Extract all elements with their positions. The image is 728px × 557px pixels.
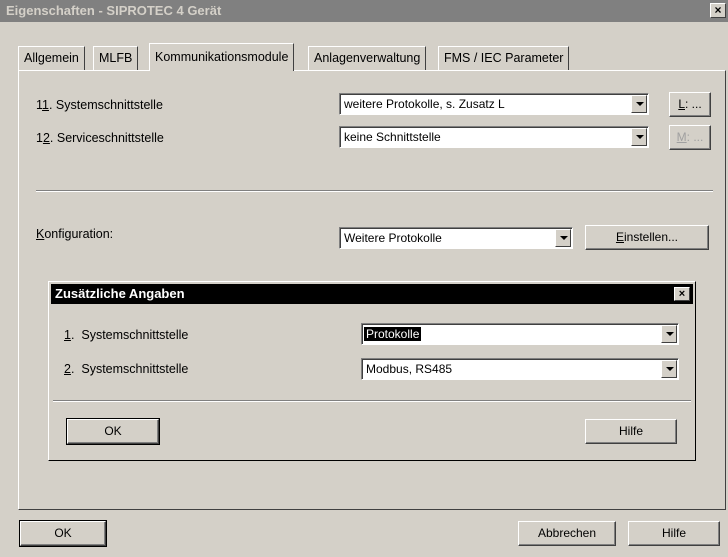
serviceschnittstelle-value: keine Schnittstelle — [344, 130, 441, 144]
konfiguration-value: Weitere Protokolle — [344, 231, 442, 245]
chevron-down-icon[interactable] — [555, 229, 571, 247]
systemschnittstelle-select[interactable]: weitere Protokolle, s. Zusatz L — [339, 93, 649, 115]
separator — [36, 190, 713, 192]
tab-fms-iec-parameter[interactable]: FMS / IEC Parameter — [438, 46, 570, 70]
systemschnittstelle-label: 11. Systemschnittstelle — [36, 98, 163, 112]
tab-kommunikationsmodule[interactable]: Kommunikationsmodule — [149, 43, 295, 71]
close-icon[interactable]: × — [674, 287, 690, 301]
subdialog-title: Zusätzliche Angaben — [55, 286, 185, 301]
subdialog-titlebar: Zusätzliche Angaben × — [51, 284, 693, 304]
einstellen-button[interactable]: Einstellen... — [585, 225, 709, 250]
subdialog-ok-button[interactable]: OK — [66, 418, 160, 445]
zusaetzliche-angaben-dialog: Zusätzliche Angaben × 1. Systemschnittst… — [48, 281, 696, 461]
serviceschnittstelle-label: 12. Serviceschnittstelle — [36, 131, 164, 145]
chevron-down-icon[interactable] — [631, 128, 647, 146]
subdialog-help-button[interactable]: Hilfe — [585, 419, 677, 444]
angabe-1-label: 1. Systemschnittstelle — [64, 328, 189, 342]
help-button[interactable]: Hilfe — [628, 521, 720, 546]
tab-anlagenverwaltung[interactable]: Anlagenverwaltung — [308, 46, 427, 70]
konfiguration-label: Konfiguration: — [36, 227, 114, 241]
angabe-2-select[interactable]: Modbus, RS485 — [361, 358, 679, 380]
systemschnittstelle-value: weitere Protokolle, s. Zusatz L — [344, 97, 505, 111]
serviceschnittstelle-select[interactable]: keine Schnittstelle — [339, 126, 649, 148]
angabe-2-value: Modbus, RS485 — [366, 362, 453, 376]
ok-button[interactable]: OK — [19, 520, 107, 547]
tab-allgemein[interactable]: Allgemein — [18, 46, 85, 70]
m-button[interactable]: M: ... — [669, 125, 711, 150]
chevron-down-icon[interactable] — [661, 325, 677, 343]
l-button[interactable]: L: ... — [669, 92, 711, 117]
angabe-2-label: 2. Systemschnittstelle — [64, 362, 189, 376]
window-title: Eigenschaften - SIPROTEC 4 Gerät — [6, 3, 222, 18]
angabe-1-select[interactable]: Protokolle — [361, 323, 679, 345]
window-titlebar: Eigenschaften - SIPROTEC 4 Gerät × — [0, 0, 728, 22]
chevron-down-icon[interactable] — [631, 95, 647, 113]
konfiguration-select[interactable]: Weitere Protokolle — [339, 227, 573, 249]
angabe-1-value: Protokolle — [364, 327, 422, 341]
chevron-down-icon[interactable] — [661, 360, 677, 378]
close-icon[interactable]: × — [710, 3, 726, 18]
subdialog-separator — [53, 400, 691, 402]
tab-mlfb[interactable]: MLFB — [93, 46, 139, 70]
cancel-button[interactable]: Abbrechen — [518, 521, 616, 546]
